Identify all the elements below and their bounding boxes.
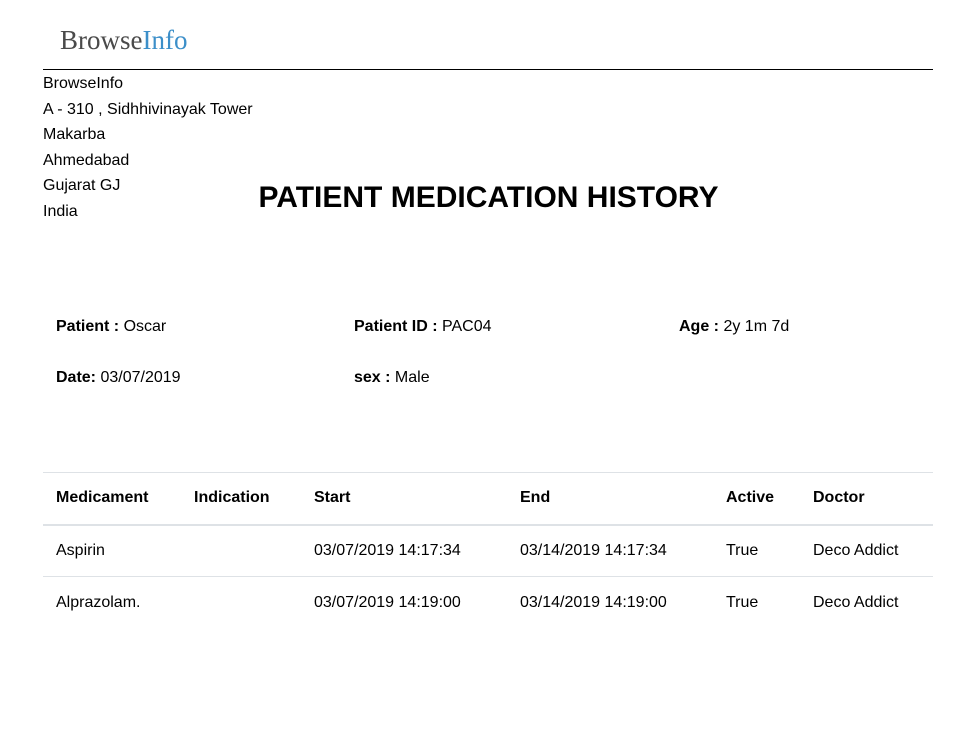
cell-end: 03/14/2019 14:17:34: [507, 524, 713, 577]
address-line-2: Makarba: [43, 126, 106, 144]
cell-indication: [181, 577, 301, 629]
cell-doctor: Deco Addict: [800, 524, 933, 577]
cell-start: 03/07/2019 14:17:34: [301, 524, 507, 577]
company-name: BrowseInfo: [43, 75, 124, 92]
cell-medicament: Aspirin: [43, 524, 181, 577]
column-header-medicament: Medicament: [43, 472, 181, 526]
cell-active: True: [726, 593, 759, 611]
patient-name-value: Oscar: [123, 318, 167, 335]
cell-start: 03/07/2019 14:19:00: [314, 593, 461, 611]
column-header-active: Active: [713, 472, 800, 526]
header-divider: [43, 69, 933, 70]
patient-id-field: Patient ID : PAC04: [354, 317, 492, 337]
report-date-label: Date:: [56, 369, 97, 386]
column-header-indication: Indication: [181, 472, 301, 526]
column-header-doctor: Doctor: [800, 472, 933, 526]
patient-age-label: Age :: [679, 318, 719, 335]
patient-sex-field: sex : Male: [354, 368, 430, 388]
patient-sex-label: sex :: [354, 369, 391, 386]
patient-id-label: Patient ID :: [354, 318, 438, 335]
address-line-1: A - 310 , Sidhhivinayak Tower: [43, 100, 253, 118]
cell-active: True: [713, 524, 800, 577]
column-header-end: End: [507, 472, 713, 526]
report-date-value: 03/07/2019: [100, 369, 181, 386]
patient-name-field: Patient : Oscar: [56, 317, 166, 337]
table-header-row: Medicament Indication Start End Active D…: [43, 472, 933, 526]
patient-age-field: Age : 2y 1m 7d: [679, 317, 789, 337]
patient-name-label: Patient :: [56, 318, 120, 335]
table-row: Aspirin 03/07/2019 14:17:34 03/14/2019 1…: [43, 524, 933, 577]
patient-id-value: PAC04: [442, 318, 492, 335]
report-date-field: Date: 03/07/2019: [56, 368, 181, 388]
patient-age-value: 2y 1m 7d: [723, 318, 790, 335]
cell-doctor: Deco Addict: [813, 593, 899, 611]
table-row: Alprazolam. 03/07/2019 14:19:00 03/14/20…: [43, 577, 933, 629]
address-city: Ahmedabad: [43, 151, 130, 169]
cell-indication: [181, 524, 301, 577]
patient-sex-value: Male: [394, 369, 430, 386]
logo-text-info: Info: [142, 25, 188, 55]
company-logo: BrowseInfo: [60, 24, 187, 56]
medication-table: Medicament Indication Start End Active D…: [43, 472, 933, 629]
cell-end: 03/14/2019 14:19:00: [520, 593, 667, 611]
cell-medicament: Alprazolam.: [56, 593, 141, 611]
logo-text-browse: Browse: [60, 25, 143, 55]
report-title: PATIENT MEDICATION HISTORY: [258, 181, 719, 214]
column-header-start: Start: [301, 472, 507, 526]
